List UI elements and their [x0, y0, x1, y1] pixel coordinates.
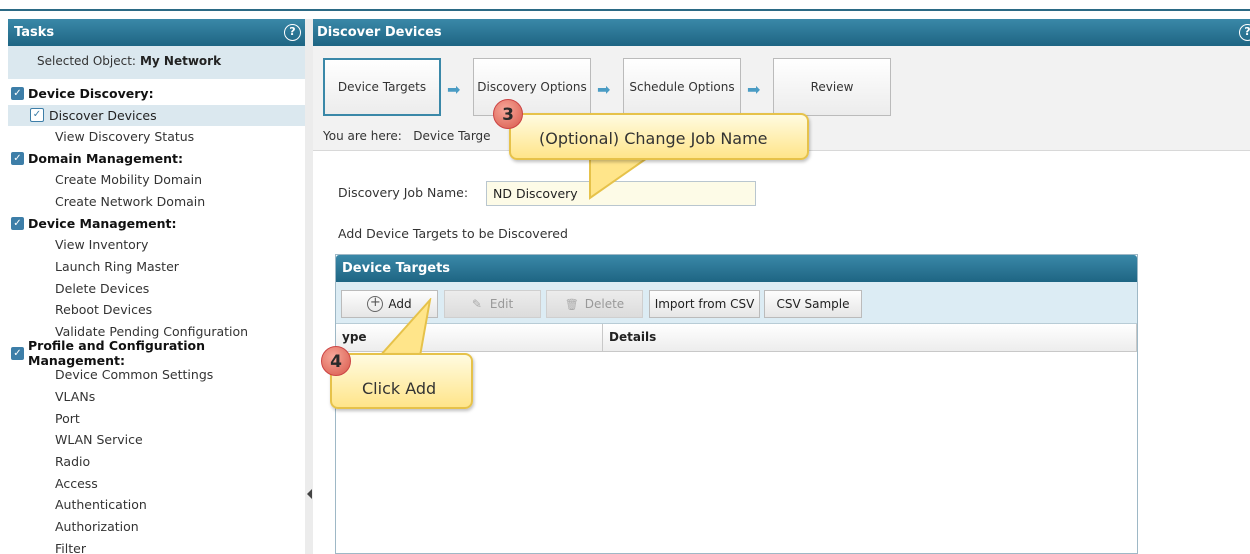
collapse-arrow-icon[interactable]	[307, 489, 312, 499]
arrow-right-icon: ➡	[447, 80, 461, 99]
task-vlans[interactable]: VLANs	[8, 386, 305, 408]
edit-button[interactable]: ✎ Edit	[444, 290, 541, 318]
tasks-header: Tasks ?	[8, 19, 305, 46]
task-radio[interactable]: Radio	[8, 451, 305, 473]
task-create-mobility-domain[interactable]: Create Mobility Domain	[8, 169, 305, 191]
task-label: Discover Devices	[49, 107, 157, 123]
callout-text: (Optional) Change Job Name	[539, 129, 768, 148]
delete-label: Delete	[584, 297, 625, 311]
task-access[interactable]: Access	[8, 473, 305, 495]
selected-object: Selected Object: My Network	[8, 46, 305, 79]
device-targets-toolbar: + Add ✎ Edit 🗑 Delete Import from CSV CS…	[336, 282, 1137, 324]
checkbox-icon: ✓	[11, 87, 24, 101]
grid-column-header: ype Details	[336, 324, 1137, 352]
task-launch-ring-master[interactable]: Launch Ring Master	[8, 256, 305, 278]
breadcrumb: You are here: Device Targe	[323, 129, 491, 143]
trash-icon: 🗑	[564, 297, 579, 311]
task-discover-devices[interactable]: ✓ Discover Devices	[8, 104, 305, 127]
task-reboot-devices[interactable]: Reboot Devices	[8, 299, 305, 321]
callout-box: (Optional) Change Job Name	[509, 113, 809, 160]
checkbox-icon: ✓	[30, 108, 44, 123]
task-port[interactable]: Port	[8, 408, 305, 430]
callout-box: Click Add	[330, 353, 473, 409]
section-domain-management[interactable]: ✓ Domain Management:	[8, 148, 305, 170]
tasks-panel: Tasks ? Selected Object: My Network ✓ Dev…	[8, 19, 305, 554]
checkbox-icon: ✓	[11, 152, 24, 166]
discover-devices-panel: Discover Devices ? Device Targets ➡ Disc…	[313, 19, 1250, 554]
arrow-right-icon: ➡	[747, 80, 761, 99]
add-targets-label: Add Device Targets to be Discovered	[338, 226, 568, 241]
task-filter[interactable]: Filter	[8, 538, 305, 554]
task-delete-devices[interactable]: Delete Devices	[8, 278, 305, 300]
tasks-title: Tasks	[14, 25, 55, 40]
help-icon[interactable]: ?	[1239, 24, 1250, 41]
callout-text: Click Add	[362, 379, 437, 398]
task-wlan-service[interactable]: WLAN Service	[8, 429, 305, 451]
step-3-badge: 3	[493, 99, 523, 129]
step-4-badge: 4	[321, 346, 351, 376]
page-title: Discover Devices	[317, 25, 442, 40]
selected-object-value: My Network	[139, 54, 222, 68]
task-view-inventory[interactable]: View Inventory	[8, 234, 305, 256]
device-targets-title: Device Targets	[336, 255, 1137, 282]
csv-sample-button[interactable]: CSV Sample	[764, 290, 862, 318]
section-device-management[interactable]: ✓ Device Management:	[8, 213, 305, 235]
task-create-network-domain[interactable]: Create Network Domain	[8, 191, 305, 213]
panel-splitter[interactable]	[305, 19, 313, 554]
delete-button[interactable]: 🗑 Delete	[546, 290, 643, 318]
task-view-discovery-status[interactable]: View Discovery Status	[8, 126, 305, 148]
selected-object-label: Selected Object:	[37, 54, 136, 68]
breadcrumb-current: Device Targe	[413, 129, 491, 143]
task-authorization[interactable]: Authorization	[8, 516, 305, 538]
section-profile-configuration[interactable]: ✓ Profile and Configuration Management:	[8, 338, 305, 368]
breadcrumb-label: You are here:	[323, 129, 402, 143]
section-title: Domain Management:	[28, 151, 183, 167]
section-title: Device Discovery:	[28, 86, 154, 102]
edit-label: Edit	[489, 297, 514, 311]
discover-devices-header: Discover Devices ?	[313, 19, 1250, 46]
pencil-icon: ✎	[471, 297, 482, 311]
task-list: ✓ Device Discovery: ✓ Discover Devices V…	[8, 79, 305, 554]
step-device-targets[interactable]: Device Targets	[323, 58, 441, 116]
callout-pointer	[377, 298, 432, 357]
step-schedule-options[interactable]: Schedule Options	[623, 58, 741, 116]
step-review[interactable]: Review	[773, 58, 891, 116]
checkbox-icon: ✓	[11, 346, 24, 360]
section-title: Device Management:	[28, 216, 177, 231]
job-name-label: Discovery Job Name:	[338, 185, 469, 200]
column-details[interactable]: Details	[603, 324, 1137, 351]
help-icon[interactable]: ?	[284, 24, 301, 41]
checkbox-icon: ✓	[11, 217, 24, 230]
top-border	[0, 0, 1250, 11]
step-discovery-options[interactable]: Discovery Options	[473, 58, 591, 116]
section-device-discovery[interactable]: ✓ Device Discovery:	[8, 83, 305, 105]
arrow-right-icon: ➡	[597, 80, 611, 99]
task-authentication[interactable]: Authentication	[8, 494, 305, 516]
import-csv-button[interactable]: Import from CSV	[649, 290, 760, 318]
